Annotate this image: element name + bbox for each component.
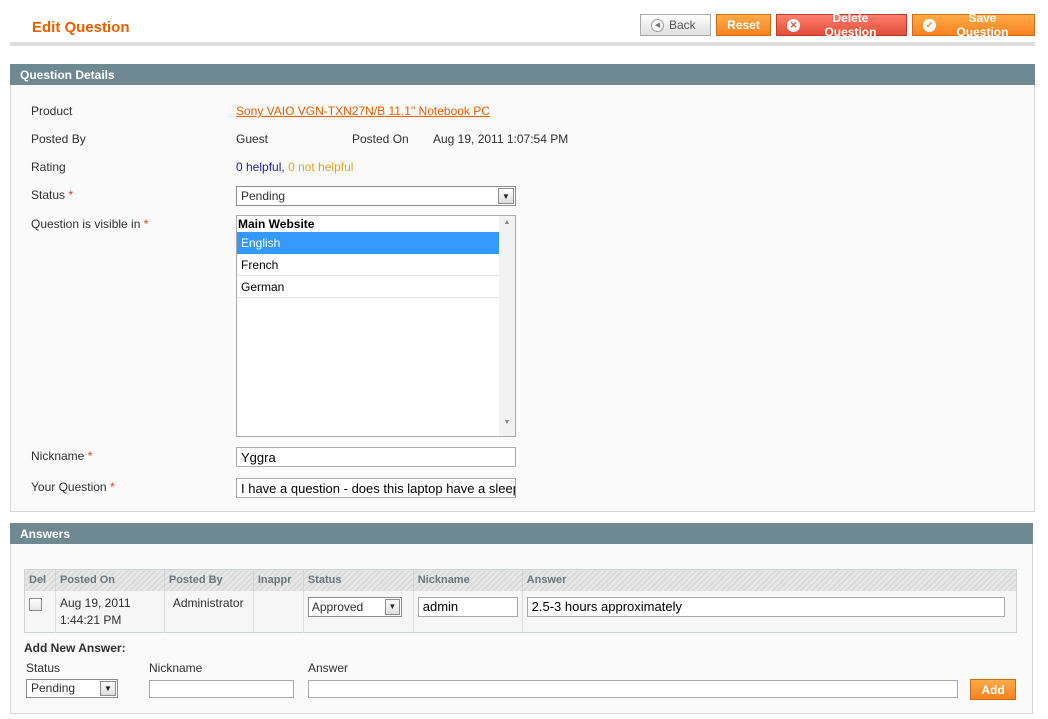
scroll-down-icon[interactable]: ▼ xyxy=(499,419,515,433)
nickname-cell: admin xyxy=(413,590,523,633)
store-view-multiselect[interactable]: Main Website English French German ▲ ▼ xyxy=(236,215,516,437)
add-button-label: Add xyxy=(981,682,1005,697)
delete-checkbox[interactable] xyxy=(29,597,42,611)
delete-button-label: Delete Question xyxy=(824,11,877,39)
reset-button-label: Reset xyxy=(727,18,760,32)
posted-on-date: Aug 19, 2011 xyxy=(59,595,131,610)
chevron-down-icon: ▼ xyxy=(384,598,400,615)
store-group-main-website: Main Website xyxy=(238,217,315,231)
new-nickname-input[interactable] xyxy=(149,680,294,698)
delete-x-icon: ✕ xyxy=(787,18,800,32)
status-select-value: Pending xyxy=(241,189,286,203)
answer-status-select[interactable]: Approved ▼ xyxy=(307,596,402,617)
back-arrow-icon: ◀ xyxy=(651,18,664,32)
new-answer-input[interactable] xyxy=(308,680,958,698)
answers-header: Answers xyxy=(10,523,1033,544)
del-cell xyxy=(24,590,56,633)
posted-by-value: Guest xyxy=(236,132,269,146)
your-question-label: Your Question * xyxy=(31,480,115,494)
reset-button[interactable]: Reset xyxy=(716,14,771,36)
status-select[interactable]: Pending ▼ xyxy=(236,186,516,206)
status-label-text: Status xyxy=(31,188,66,202)
save-question-button[interactable]: ✓ Save Question xyxy=(912,11,1035,39)
inappr-cell xyxy=(253,590,304,633)
answer-text-input[interactable]: 2.5-3 hours approximately xyxy=(526,596,1005,617)
page-title: Edit Question xyxy=(32,19,130,36)
rating-helpful: 0 helpful xyxy=(236,160,282,174)
answers-table-header: Del Posted On Posted By Inappr Status Ni… xyxy=(24,569,1017,591)
new-status-value: Pending xyxy=(31,681,76,695)
rating-label: Rating xyxy=(31,160,66,174)
visible-in-label-text: Question is visible in xyxy=(31,217,141,231)
new-nickname-label: Nickname xyxy=(149,661,203,675)
column-posted-by[interactable]: Posted By xyxy=(164,569,254,591)
question-input[interactable]: I have a question - does this laptop hav… xyxy=(236,478,516,498)
add-new-answer-title: Add New Answer: xyxy=(24,641,126,655)
posted-on-cell: Aug 19, 2011 1:44:21 PM xyxy=(55,590,165,633)
product-label: Product xyxy=(31,104,73,118)
column-answer[interactable]: Answer xyxy=(522,569,1017,591)
page-header: Edit Question ◀ Back Reset ✕ Delete Ques… xyxy=(10,11,1035,46)
store-option-german[interactable]: German xyxy=(237,276,499,298)
store-option-english[interactable]: English xyxy=(237,232,499,254)
chevron-down-icon: ▼ xyxy=(100,681,116,696)
answer-status-value: Approved xyxy=(311,599,364,614)
answer-cell: 2.5-3 hours approximately xyxy=(522,590,1017,633)
answers-table: Del Posted On Posted By Inappr Status Ni… xyxy=(24,569,1017,633)
column-inappr[interactable]: Inappr xyxy=(253,569,304,591)
posted-on-label: Posted On xyxy=(352,132,409,146)
chevron-down-icon: ▼ xyxy=(498,188,514,204)
multiselect-scrollbar[interactable]: ▲ ▼ xyxy=(499,216,515,436)
rating-value: 0 helpful, 0 not helpful xyxy=(236,160,353,174)
required-asterisk: * xyxy=(68,188,74,202)
visible-in-label: Question is visible in * xyxy=(31,217,148,231)
posted-by-label: Posted By xyxy=(31,132,86,146)
table-row: Aug 19, 2011 1:44:21 PM Administrator Ap… xyxy=(24,590,1017,633)
your-question-label-text: Your Question xyxy=(31,480,107,494)
answer-nickname-input[interactable]: admin xyxy=(417,596,518,617)
scroll-up-icon[interactable]: ▲ xyxy=(499,219,515,233)
question-details-panel xyxy=(10,85,1035,512)
column-nickname[interactable]: Nickname xyxy=(413,569,523,591)
store-option-french[interactable]: French xyxy=(237,254,499,276)
back-button[interactable]: ◀ Back xyxy=(640,14,711,36)
nickname-label: Nickname * xyxy=(31,449,92,463)
add-answer-button[interactable]: Add xyxy=(970,679,1016,700)
rating-separator: , xyxy=(281,160,285,174)
required-asterisk: * xyxy=(87,449,93,463)
save-button-label: Save Question xyxy=(956,11,1009,39)
status-cell: Approved ▼ xyxy=(303,590,414,633)
posted-on-time: 1:44:21 PM xyxy=(59,612,122,627)
back-button-label: Back xyxy=(669,18,696,32)
column-posted-on[interactable]: Posted On xyxy=(55,569,165,591)
required-asterisk: * xyxy=(109,480,115,494)
posted-on-value: Aug 19, 2011 1:07:54 PM xyxy=(433,132,569,146)
new-answer-label: Answer xyxy=(308,661,349,675)
delete-question-button[interactable]: ✕ Delete Question xyxy=(776,11,907,39)
column-status[interactable]: Status xyxy=(303,569,414,591)
nickname-label-text: Nickname xyxy=(31,449,85,463)
question-details-header: Question Details xyxy=(10,64,1035,85)
new-status-label: Status xyxy=(26,661,61,675)
posted-by-cell: Administrator xyxy=(164,590,254,633)
save-check-icon: ✓ xyxy=(923,18,936,32)
required-asterisk: * xyxy=(143,217,149,231)
product-link[interactable]: Sony VAIO VGN-TXN27N/B 11.1" Notebook PC xyxy=(236,104,490,118)
status-label: Status * xyxy=(31,188,73,202)
new-answer-status-select[interactable]: Pending ▼ xyxy=(26,679,118,698)
column-del[interactable]: Del xyxy=(24,569,56,591)
nickname-input[interactable]: Yggra xyxy=(236,447,516,467)
rating-not-helpful: 0 not helpful xyxy=(288,160,354,174)
